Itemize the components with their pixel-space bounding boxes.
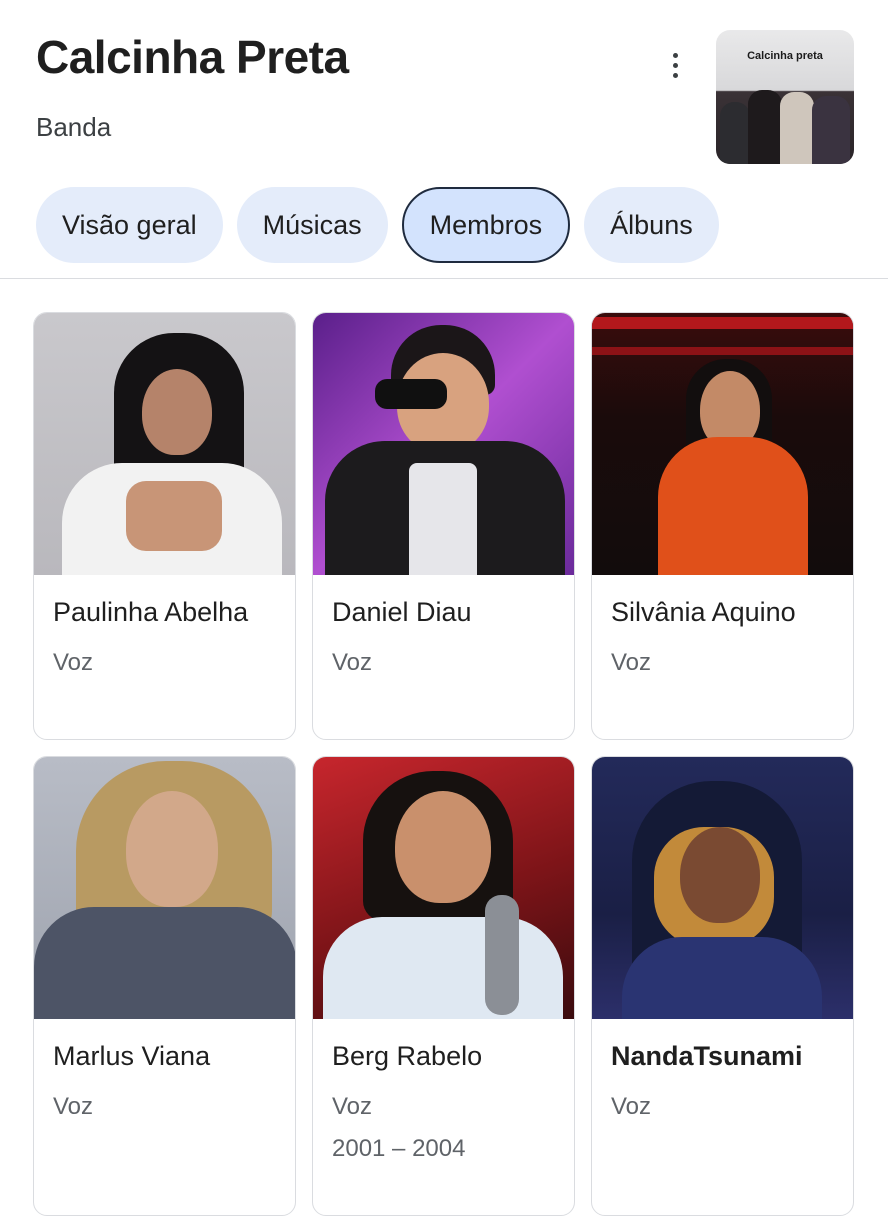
member-years: 2001 – 2004 (332, 1135, 466, 1162)
thumbnail-figure (780, 92, 814, 164)
member-role: Voz (611, 1093, 652, 1120)
knowledge-panel-header: Calcinha Preta Banda Calcinha preta Visã… (0, 0, 888, 280)
member-name: Silvânia Aquino (611, 597, 796, 627)
member-name: Berg Rabelo (332, 1041, 483, 1071)
member-name: NandaTsunami (611, 1041, 803, 1071)
tab-bar: Visão geral Músicas Membros Álbuns (36, 187, 719, 263)
tab-songs[interactable]: Músicas (236, 187, 388, 263)
member-card[interactable]: Paulinha Abelha Voz (33, 312, 296, 740)
member-photo (592, 313, 853, 575)
member-name: Marlus Viana (53, 1041, 211, 1071)
member-card[interactable]: Marlus Viana Voz (33, 756, 296, 1216)
tab-members[interactable]: Membros (401, 187, 571, 263)
page-title: Calcinha Preta (36, 31, 349, 83)
member-card[interactable]: NandaTsunami Voz (591, 756, 854, 1216)
member-card[interactable]: Berg Rabelo Voz 2001 – 2004 (312, 756, 575, 1216)
more-vert-icon-dot (672, 62, 678, 68)
member-card[interactable]: Daniel Diau Voz (312, 312, 575, 740)
member-name: Paulinha Abelha (53, 597, 249, 627)
member-photo (313, 313, 574, 575)
member-photo (592, 757, 853, 1019)
member-role: Voz (611, 649, 652, 676)
thumbnail-label: Calcinha preta (747, 50, 823, 62)
thumbnail-figure (720, 102, 750, 164)
band-thumbnail-image[interactable]: Calcinha preta (716, 30, 854, 164)
more-vert-icon (672, 52, 678, 58)
member-card[interactable]: Silvânia Aquino Voz (591, 312, 854, 740)
member-photo (313, 757, 574, 1019)
member-role: Voz (332, 649, 373, 676)
member-role: Voz (332, 1093, 373, 1120)
member-name: Daniel Diau (332, 597, 472, 627)
member-photo (34, 757, 295, 1019)
thumbnail-figure (748, 90, 782, 164)
member-role: Voz (53, 649, 94, 676)
thumbnail-figure (812, 96, 850, 164)
header-divider (0, 278, 888, 279)
member-role: Voz (53, 1093, 94, 1120)
more-options-button[interactable] (658, 46, 692, 84)
more-vert-icon-dot (672, 72, 678, 78)
entity-type-label: Banda (36, 112, 112, 142)
tab-albums[interactable]: Álbuns (584, 187, 719, 263)
member-photo (34, 313, 295, 575)
tab-overview[interactable]: Visão geral (36, 187, 223, 263)
